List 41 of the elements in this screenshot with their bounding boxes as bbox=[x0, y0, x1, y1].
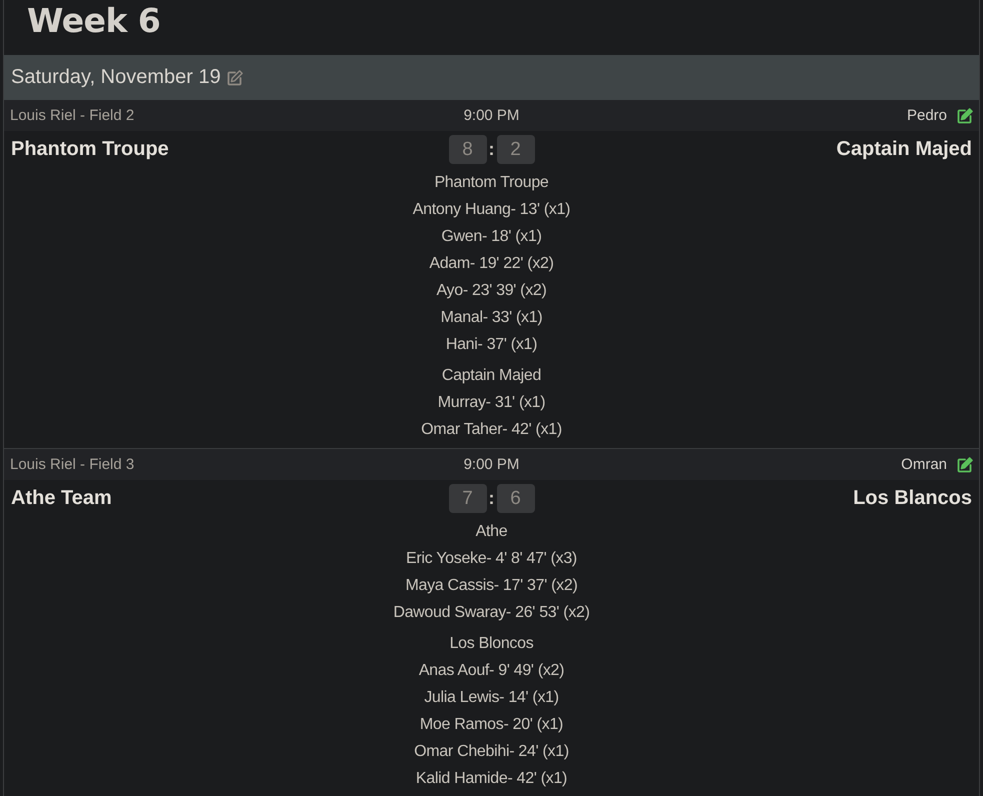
score-separator: : bbox=[488, 488, 494, 509]
week-title: Week 6 bbox=[27, 0, 162, 42]
scorer-entry: Hani- 37' (x1) bbox=[444, 335, 538, 355]
scorer-entry: Eric Yoseke- 4' 8' 47' (x3) bbox=[405, 549, 578, 569]
date-label: Saturday, November 19 bbox=[11, 66, 221, 89]
scorer-team-name: Athe bbox=[474, 522, 508, 542]
scorer-entry: Omar Taher- 42' (x1) bbox=[420, 420, 563, 440]
scorer-entry: Anas Aouf- 9' 49' (x2) bbox=[418, 661, 566, 681]
scorer-entry: Maya Cassis- 17' 37' (x2) bbox=[404, 576, 578, 596]
game-time: 9:00 PM bbox=[464, 107, 520, 124]
score-box: 2 bbox=[496, 135, 534, 164]
scorer-entry: Dawoud Swaray- 26' 53' (x2) bbox=[392, 603, 591, 623]
scorer-entry: Ayo- 23' 39' (x2) bbox=[435, 281, 548, 301]
edit-icon[interactable] bbox=[957, 108, 973, 124]
edit-icon[interactable] bbox=[226, 70, 243, 86]
scorer-team-name: Captain Majed bbox=[440, 366, 542, 386]
edit-icon[interactable] bbox=[957, 456, 973, 472]
scorer-entry: Moe Ramos- 20' (x1) bbox=[418, 715, 564, 735]
away-team-name: Los Blancos bbox=[853, 487, 972, 510]
scorer-entry: Murray- 31' (x1) bbox=[436, 393, 546, 413]
scorer-entry: Gwen- 18' (x1) bbox=[440, 227, 543, 247]
home-team-name: Phantom Troupe bbox=[11, 138, 169, 161]
home-team-name: Athe Team bbox=[11, 487, 112, 510]
field-location: Louis Riel - Field 2 bbox=[10, 107, 134, 124]
game-time: 9:00 PM bbox=[464, 456, 520, 473]
score-box: 8 bbox=[448, 135, 486, 164]
score-box: 6 bbox=[496, 484, 534, 513]
score-separator: : bbox=[488, 139, 494, 160]
away-team-name: Captain Majed bbox=[836, 138, 972, 161]
scorer-entry: Manal- 33' (x1) bbox=[440, 308, 544, 328]
score-box: 7 bbox=[448, 484, 486, 513]
field-location: Louis Riel - Field 3 bbox=[10, 456, 134, 473]
scorer-entry: Adam- 19' 22' (x2) bbox=[428, 254, 555, 274]
scorer-entry: Omar Chebihi- 24' (x1) bbox=[413, 742, 570, 762]
scorer-entry: Antony Huang- 13' (x1) bbox=[412, 200, 572, 220]
scorer-entry: Julia Lewis- 14' (x1) bbox=[423, 688, 560, 708]
scorer-team-name: Phantom Troupe bbox=[433, 173, 550, 193]
referee-name: Omran bbox=[901, 456, 947, 473]
scorer-team-name: Los Bloncos bbox=[448, 634, 534, 654]
scorer-entry: Kalid Hamide- 42' (x1) bbox=[414, 769, 568, 789]
referee-name: Pedro bbox=[906, 107, 947, 124]
